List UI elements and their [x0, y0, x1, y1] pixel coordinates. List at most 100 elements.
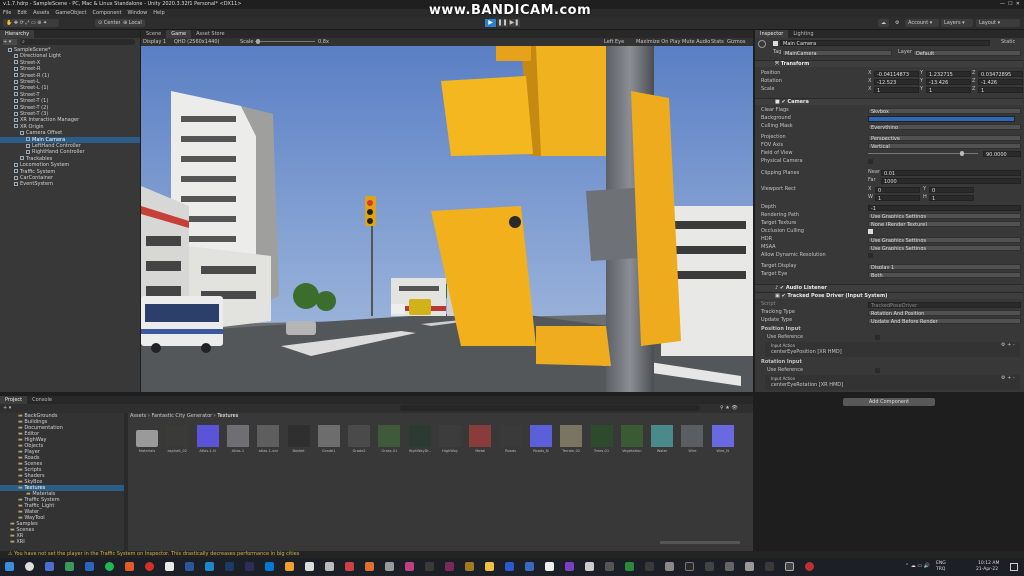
asset-thumbnail[interactable]: Wire: [681, 425, 704, 453]
static-toggle[interactable]: Static: [1001, 39, 1015, 46]
collab-icon[interactable]: ⚙: [892, 19, 904, 27]
pivot-local-toggle[interactable]: ⊕ Local: [120, 19, 145, 27]
resolution-dropdown[interactable]: QHD (2560x1440): [174, 38, 219, 46]
hierarchy-row[interactable]: Street-L (1): [0, 85, 140, 91]
asset-thumbnail[interactable]: asphalt_02: [166, 425, 189, 453]
cloud-icon[interactable]: ☁: [878, 19, 889, 27]
object-name-field[interactable]: Main Camera: [780, 40, 990, 46]
asset-thumbnail[interactable]: Trees-01: [590, 425, 613, 453]
tab-console[interactable]: Console: [27, 396, 57, 404]
menu-file[interactable]: File: [3, 9, 11, 17]
hierarchy-row[interactable]: SampleScene*: [0, 47, 140, 53]
hierarchy-row[interactable]: XR Origin: [0, 124, 140, 130]
camera-checkbox[interactable]: [868, 253, 873, 258]
layers-dropdown[interactable]: Layers ▾: [941, 19, 973, 27]
asset-thumbnail[interactable]: Grade2: [348, 425, 371, 453]
transform-z-field[interactable]: 1: [978, 87, 1023, 93]
play-button[interactable]: ▶: [485, 19, 496, 27]
project-filter-icons[interactable]: ⚲ ★ 👁: [720, 405, 738, 411]
fov-value-field[interactable]: 90.0000: [983, 151, 1021, 157]
transform-z-field[interactable]: -1.426: [978, 79, 1023, 85]
camera-field[interactable]: Use Graphics Settings: [868, 237, 1021, 243]
hierarchy-add-button[interactable]: + ▾: [3, 39, 17, 45]
hierarchy-row[interactable]: CarContainer: [0, 175, 140, 181]
account-dropdown[interactable]: Account ▾: [905, 19, 939, 27]
camera-header[interactable]: ■ ✔ Camera: [755, 98, 1023, 105]
viewport-w-field[interactable]: 1: [875, 195, 920, 201]
hierarchy-search-input[interactable]: ⌕: [20, 39, 135, 45]
transform-x-field[interactable]: -0.04114873: [874, 71, 919, 77]
app-icon-16[interactable]: [325, 562, 334, 571]
tab-asset-store[interactable]: Asset Store: [191, 30, 229, 38]
viewport-h-field[interactable]: 1: [929, 195, 974, 201]
tab-project[interactable]: Project: [0, 396, 28, 404]
transform-tools[interactable]: ✋ ✥ ⟳ ⤢ ▭ ⊕ ✦: [3, 19, 59, 27]
unity-icon[interactable]: [785, 562, 794, 571]
app-icon-9[interactable]: [185, 562, 194, 571]
asset-thumbnail[interactable]: Atlas-1: [226, 425, 249, 453]
camera-field[interactable]: Use Graphics Settings: [868, 213, 1021, 219]
system-tray-icons[interactable]: ⌃ ☁ ▭ 🔊: [905, 563, 930, 569]
tag-dropdown[interactable]: MainCamera: [782, 50, 892, 56]
clock-date[interactable]: 21-Apr-22: [976, 567, 998, 572]
asset-thumbnail[interactable]: HighWay: [439, 425, 461, 453]
scale-slider-handle[interactable]: [256, 39, 260, 44]
breadcrumb-fcg[interactable]: Fantastic City Generator: [151, 413, 212, 419]
app-icon-17[interactable]: [345, 562, 354, 571]
hierarchy-row[interactable]: Street-R (1): [0, 73, 140, 79]
photoshop-icon[interactable]: [225, 562, 234, 571]
far-field[interactable]: 1000: [881, 178, 1021, 184]
app-icon-26[interactable]: [525, 562, 534, 571]
active-checkbox[interactable]: [773, 41, 778, 46]
hierarchy-row[interactable]: LeftHand Controller: [0, 143, 140, 149]
add-component-button[interactable]: Add Component: [843, 398, 935, 406]
game-view[interactable]: [141, 46, 753, 392]
search-taskbar-icon[interactable]: [25, 562, 34, 571]
language-indicator-2[interactable]: TRQ: [936, 567, 945, 572]
window-controls[interactable]: — ☐ ✕: [1000, 0, 1020, 9]
teams-icon[interactable]: [45, 562, 54, 571]
app-icon-32[interactable]: [645, 562, 654, 571]
camera-field[interactable]: Everything: [868, 124, 1021, 130]
menu-edit[interactable]: Edit: [17, 9, 27, 17]
app-icon-4[interactable]: [85, 562, 94, 571]
menu-assets[interactable]: Assets: [33, 9, 49, 17]
hierarchy-row[interactable]: Trackables: [0, 156, 140, 162]
camera-field[interactable]: Both: [868, 272, 1021, 278]
windows-start-icon[interactable]: [5, 562, 14, 571]
asset-thumbnail[interactable]: Wire_N: [711, 425, 734, 453]
rotation-use-reference-checkbox[interactable]: [875, 368, 880, 373]
update-type-dropdown[interactable]: Update And Before Render: [868, 318, 1021, 324]
near-field[interactable]: 0.01: [881, 170, 1021, 176]
gizmos-dropdown[interactable]: Gizmos: [727, 38, 745, 46]
layout-dropdown[interactable]: Layout ▾: [976, 19, 1020, 27]
step-button[interactable]: ▶❚: [509, 19, 520, 27]
mute-audio-toggle[interactable]: Mute Audio: [682, 38, 710, 46]
hierarchy-row[interactable]: Street-R: [0, 66, 140, 72]
position-action-binding[interactable]: centerEyePosition [XR HMD]: [771, 349, 842, 356]
menu-help[interactable]: Help: [153, 9, 164, 17]
asset-thumbnail[interactable]: Roads_N: [529, 425, 552, 453]
display-dropdown[interactable]: Display 1: [143, 38, 166, 46]
app-icon-21[interactable]: [425, 562, 434, 571]
app-icon-19[interactable]: [385, 562, 394, 571]
brave-icon[interactable]: [125, 562, 134, 571]
scale-slider[interactable]: [255, 41, 315, 42]
notifications-icon[interactable]: [1010, 563, 1018, 571]
tracking-type-dropdown[interactable]: Rotation And Position: [868, 310, 1021, 316]
pause-button[interactable]: ❚❚: [497, 19, 508, 27]
camera-field[interactable]: -1: [868, 205, 1021, 211]
hierarchy-row[interactable]: EventSystem: [0, 181, 140, 187]
eye-dropdown[interactable]: Left Eye: [604, 38, 624, 46]
hierarchy-row[interactable]: XR Interaction Manager: [0, 117, 140, 123]
hierarchy-row[interactable]: Camera Offset: [0, 130, 140, 136]
app-icon-3[interactable]: [65, 562, 74, 571]
status-bar[interactable]: ⚠ You have not set the player in the Tra…: [0, 551, 1024, 558]
app-icon-30[interactable]: [605, 562, 614, 571]
tab-scene[interactable]: Scene: [141, 30, 166, 38]
asset-thumbnail[interactable]: Vegetation: [620, 425, 643, 453]
asset-thumbnail[interactable]: Materials: [136, 425, 158, 453]
language-indicator[interactable]: ENG: [936, 561, 946, 566]
camera-checkbox[interactable]: [868, 229, 873, 234]
asset-thumbnail[interactable]: Grade1: [317, 425, 340, 453]
